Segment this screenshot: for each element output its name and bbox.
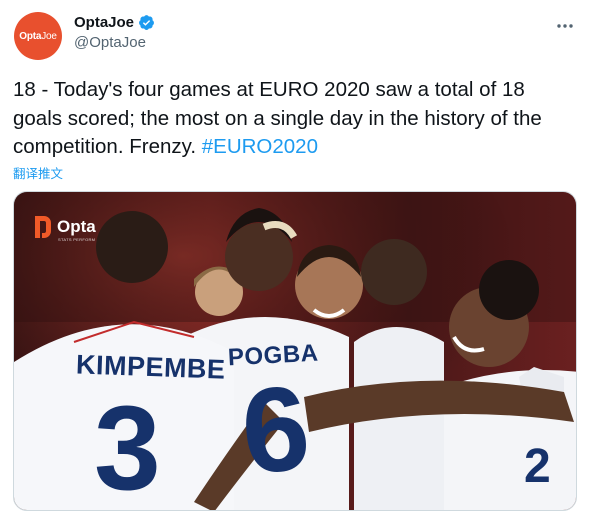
more-dots-icon[interactable] (555, 16, 575, 36)
avatar-logo-text: OptaJoe (19, 30, 57, 42)
opta-logo-icon (35, 216, 51, 238)
shirt-number-3: 3 (94, 381, 161, 511)
avatar[interactable]: OptaJoe (14, 12, 62, 60)
tweet-media-photo[interactable]: 2 Opta STATS PERFORM KIMPEMBE 3 POGBA 6 (13, 191, 577, 511)
opta-logo-word: Opta (57, 217, 96, 236)
author-block: OptaJoe @OptaJoe (74, 14, 155, 51)
tweet-text: 18 - Today's four games at EURO 2020 saw… (13, 76, 579, 162)
author-display-name[interactable]: OptaJoe (74, 14, 134, 31)
svg-text:2: 2 (524, 440, 551, 493)
translate-tweet-link[interactable]: 翻译推文 (13, 163, 63, 182)
opta-logo-subtext: STATS PERFORM (58, 237, 96, 242)
verified-badge-icon (139, 15, 154, 30)
shirt-number-6: 6 (235, 359, 316, 501)
hashtag-link[interactable]: #EURO2020 (202, 135, 318, 158)
author-handle[interactable]: @OptaJoe (74, 34, 155, 51)
